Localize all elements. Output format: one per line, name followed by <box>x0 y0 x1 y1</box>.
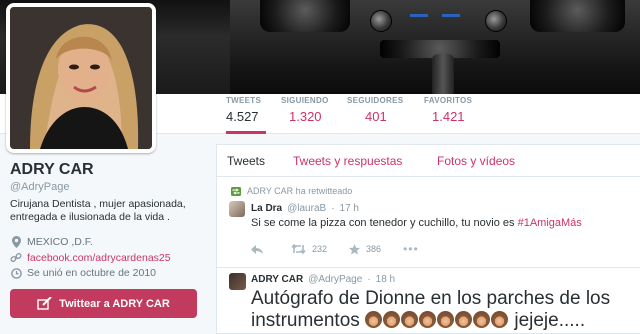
profile-avatar[interactable] <box>6 3 156 153</box>
tweet-text: Autógrafo de Dionne en los parches de lo… <box>251 288 640 332</box>
stat-following[interactable]: SIGUIENDO 1.320 <box>281 96 331 134</box>
tweet-dot: · <box>331 203 335 214</box>
retweet-text: ADRY CAR ha retwitteado <box>247 186 353 196</box>
more-action[interactable]: ••• <box>403 242 419 256</box>
star-icon <box>349 243 361 254</box>
stat-followers[interactable]: SEGUIDORES 401 <box>347 96 407 134</box>
tweet-text: Si se come la pizza con tenedor y cuchil… <box>251 217 631 229</box>
tweet-handle[interactable]: @lauraB <box>287 203 326 214</box>
profile-location: MEXICO ,D.F. <box>10 236 93 248</box>
see-no-evil-monkey-icon <box>473 311 491 328</box>
banner-vent-right <box>530 0 625 32</box>
stat-label: TWEETS <box>226 96 262 105</box>
favorite-action[interactable]: 386 <box>349 243 382 255</box>
profile-handle[interactable]: @AdryPage <box>10 181 69 193</box>
tab-tweets-replies[interactable]: Tweets y respuestas <box>293 154 402 168</box>
banner-shifter <box>432 54 454 94</box>
tweet-header: ADRY CAR @AdryPage · 18 h <box>251 274 395 285</box>
stat-value: 1.421 <box>432 109 465 124</box>
tweet-body: Si se come la pizza con tenedor y cuchil… <box>251 217 518 229</box>
banner-led <box>442 14 460 17</box>
profile-name[interactable]: ADRY CAR <box>10 161 94 179</box>
link-icon <box>10 252 22 264</box>
see-no-evil-monkey-icon <box>419 311 437 328</box>
tweet-to-button[interactable]: Twittear a ADRY CAR <box>10 289 197 318</box>
tweet-body-line2: instrumentos <box>251 310 360 331</box>
tab-tweets[interactable]: Tweets <box>227 154 265 168</box>
timeline: Tweets Tweets y respuestas Fotos y vídeo… <box>216 144 640 334</box>
tweet-time[interactable]: 17 h <box>340 203 359 214</box>
reply-action[interactable] <box>251 244 269 254</box>
banner-led <box>410 14 428 17</box>
compose-icon <box>37 297 52 310</box>
profile-joined: Se unió en octubre de 2010 <box>10 267 156 279</box>
stat-label: SEGUIDORES <box>347 96 404 105</box>
retweet-action[interactable]: 232 <box>291 244 327 254</box>
see-no-evil-monkey-icon <box>365 311 383 328</box>
stat-label: SIGUIENDO <box>281 96 329 105</box>
stat-favorites[interactable]: FAVORITOS 1.421 <box>424 96 478 134</box>
retweet-count: 232 <box>312 244 328 254</box>
tweet-item[interactable]: ADRY CAR @AdryPage · 18 h Autógrafo de D… <box>217 269 640 334</box>
tweet-avatar[interactable] <box>229 201 245 217</box>
see-no-evil-monkey-icon <box>455 311 473 328</box>
stat-tweets[interactable]: TWEETS 4.527 <box>226 96 266 134</box>
calendar-clock-icon <box>10 267 22 279</box>
location-pin-icon <box>10 236 22 248</box>
tweet-body-line1: Autógrafo de Dionne en los parches de lo… <box>251 288 611 309</box>
banner-knob <box>370 10 392 32</box>
tweet-time[interactable]: 18 h <box>376 274 395 285</box>
tweet-body-line2-end: jejeje..... <box>514 310 586 331</box>
more-icon: ••• <box>403 242 419 256</box>
stat-value: 401 <box>365 109 387 124</box>
location-text: MEXICO ,D.F. <box>27 236 93 248</box>
profile-url[interactable]: facebook.com/adrycardenas25 <box>10 252 171 264</box>
tweet-author[interactable]: La Dra <box>251 203 282 214</box>
timeline-tabs: Tweets Tweets y respuestas Fotos y vídeo… <box>217 145 640 177</box>
tweet-to-label: Twittear a ADRY CAR <box>59 297 170 310</box>
see-no-evil-monkey-icon <box>437 311 455 328</box>
see-no-evil-monkey-icon <box>491 311 509 328</box>
retweet-badge-icon <box>231 186 241 196</box>
tweet-header: La Dra @lauraB · 17 h <box>251 203 359 214</box>
see-no-evil-monkey-icon <box>401 311 419 328</box>
profile-link[interactable]: facebook.com/adrycardenas25 <box>27 252 171 264</box>
tab-photos-videos[interactable]: Fotos y vídeos <box>437 154 515 168</box>
tweet-actions: 232 386 ••• <box>251 242 441 256</box>
profile-bio: Cirujana Dentista , mujer apasionada, en… <box>10 198 186 223</box>
tweet-dot: · <box>367 274 371 285</box>
reply-icon <box>251 244 263 254</box>
tweet-item[interactable]: ADRY CAR ha retwitteado La Dra @lauraB ·… <box>217 178 640 268</box>
see-no-evil-monkey-icon <box>383 311 401 328</box>
tweet-avatar[interactable] <box>229 273 246 290</box>
banner-knob <box>485 10 507 32</box>
favorite-count: 386 <box>366 244 382 254</box>
banner-vent-left <box>260 0 350 32</box>
retweet-icon <box>291 244 306 254</box>
tweet-hashtag[interactable]: #1AmigaMás <box>518 217 582 229</box>
joined-text: Se unió en octubre de 2010 <box>27 267 157 279</box>
stat-label: FAVORITOS <box>424 96 473 105</box>
retweet-indicator: ADRY CAR ha retwitteado <box>231 186 352 196</box>
tweet-handle[interactable]: @AdryPage <box>308 274 362 285</box>
tweet-author[interactable]: ADRY CAR <box>251 274 303 285</box>
avatar-photo <box>10 7 152 149</box>
stat-value: 1.320 <box>289 109 322 124</box>
stat-value: 4.527 <box>226 109 259 124</box>
